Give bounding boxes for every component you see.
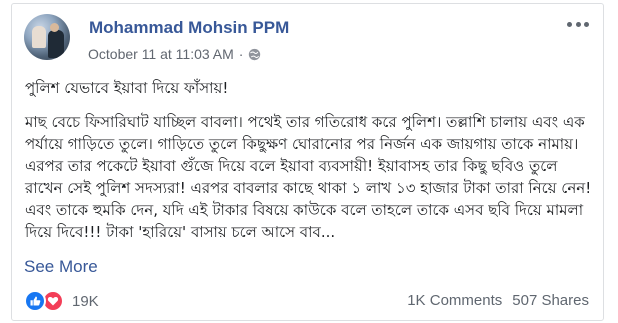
see-more-link[interactable]: See More <box>24 257 98 277</box>
globe-icon[interactable] <box>248 48 261 61</box>
post-body: পুলিশ যেভাবে ইয়াবা দিয়ে ফাঁসায়! মাছ ব… <box>25 77 595 243</box>
avatar[interactable] <box>24 14 70 60</box>
more-options-icon[interactable] <box>567 18 589 30</box>
post-meta: October 11 at 11:03 AM · <box>88 46 261 62</box>
meta-separator: · <box>238 46 244 62</box>
reactions-summary[interactable]: 19K <box>24 290 99 312</box>
engagement-stats: 1K Comments 507 Shares <box>407 292 589 309</box>
post-text: মাছ বেচে ফিসারিঘাট যাচ্ছিল বাবলা। পথেই ত… <box>25 113 592 241</box>
post-footer: 19K 1K Comments 507 Shares <box>24 290 589 314</box>
post-title: পুলিশ যেভাবে ইয়াবা দিয়ে ফাঁসায়! <box>25 79 229 97</box>
reaction-count[interactable]: 19K <box>72 293 99 310</box>
comments-count[interactable]: 1K Comments <box>407 292 502 309</box>
like-icon <box>24 290 46 312</box>
author-name[interactable]: Mohammad Mohsin PPM <box>89 18 289 38</box>
post-timestamp[interactable]: October 11 at 11:03 AM <box>88 46 234 62</box>
post-card: Mohammad Mohsin PPM October 11 at 11:03 … <box>11 3 604 321</box>
shares-count[interactable]: 507 Shares <box>512 292 589 309</box>
